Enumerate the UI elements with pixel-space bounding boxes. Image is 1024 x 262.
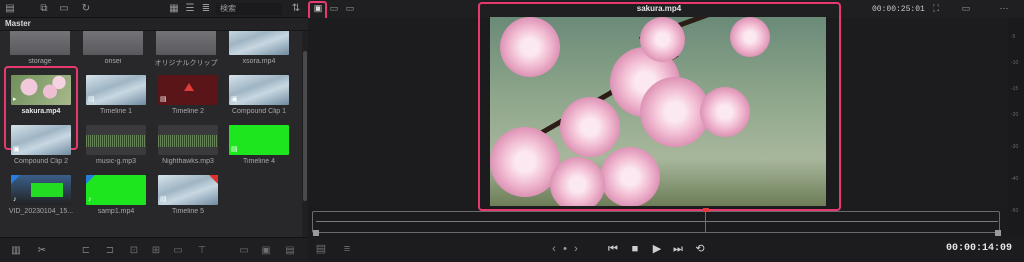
jog-dot-icon[interactable]: • <box>560 242 570 256</box>
playhead-timecode: 00:00:14:09 <box>946 243 1013 254</box>
timeline-icon: ▤ <box>231 146 238 153</box>
ripple-overwrite-icon[interactable]: ⊤ <box>196 245 208 256</box>
clip-timeline5[interactable]: ▤ Timeline 5 <box>155 173 221 217</box>
fit-to-fill-icon[interactable]: ⊞ <box>150 245 162 256</box>
clip-timeline1[interactable]: ▤ Timeline 1 <box>83 73 149 117</box>
audio-meter: -5 -10 -15 -20 -30 -40 -50 <box>1008 18 1024 236</box>
audio-waveform-thumbnail <box>158 125 218 155</box>
timeline-icon: ▤ <box>88 96 95 103</box>
search-input[interactable]: 検索 <box>216 3 282 15</box>
audio-waveform-thumbnail <box>86 125 146 155</box>
sky-thumbnail <box>229 31 289 55</box>
audio-only-icon[interactable]: ▤ <box>284 245 296 256</box>
clip-timeline4[interactable]: ▤ Timeline 4 <box>226 123 292 167</box>
stop-icon[interactable]: ■ <box>628 242 642 256</box>
clip-vid[interactable]: ♪ VID_20230104_15... <box>8 173 74 217</box>
list-view-icon[interactable]: ☰ <box>184 3 196 14</box>
clip-original[interactable]: オリジナルクリップ <box>153 31 219 67</box>
preview-highlight <box>478 2 841 211</box>
sort-icon[interactable]: ⇅ <box>290 3 302 14</box>
media-pool: ▤ ⧉ ▭ ↻ ▦ ☰ ≣ 検索 ⇅ Master storage onsei … <box>0 0 308 262</box>
place-on-top-icon[interactable]: ▭ <box>172 245 184 256</box>
jog-left-icon[interactable]: ‹ <box>549 242 559 256</box>
compound-thumbnail: ▣ <box>11 125 71 155</box>
transform-icon[interactable]: ⛶ <box>930 3 942 14</box>
overwrite-clip-icon[interactable]: ⊐ <box>104 245 116 256</box>
master-bin-label: Master <box>5 19 31 28</box>
media-pool-toolbar: ▤ ⧉ ▭ ↻ ▦ ☰ ≣ 検索 ⇅ <box>0 0 308 18</box>
sliders-icon[interactable]: ≡ <box>340 242 354 256</box>
scissors-icon[interactable]: ✂ <box>36 245 48 256</box>
timeline-thumbnail: ▤ <box>86 75 146 105</box>
clip-grid: storage onsei オリジナルクリップ xsora.mp4 ▸ saku… <box>0 31 302 237</box>
picture-icon[interactable]: ▣ <box>260 245 272 256</box>
clip-compound1[interactable]: ▣ Compound Clip 1 <box>226 73 292 117</box>
replace-clip-icon[interactable]: ⊡ <box>128 245 140 256</box>
proxy-flag-icon <box>11 175 20 184</box>
play-icon[interactable]: ▶ <box>650 242 664 256</box>
bin-icon[interactable]: ▭ <box>58 3 70 14</box>
compound-icon: ▣ <box>13 146 20 153</box>
timeline-thumbnail: ▤ <box>158 75 218 105</box>
clip-sakura[interactable]: ▸ sakura.mp4 <box>8 73 74 117</box>
video-thumbnail: ♪ <box>86 175 146 205</box>
waveform-icon <box>86 135 146 147</box>
out-point-marker[interactable] <box>995 230 1001 236</box>
compound-thumbnail: ▣ <box>229 75 289 105</box>
grid-view-icon[interactable]: ▦ <box>168 3 180 14</box>
folder-icon <box>156 31 216 55</box>
clip-storage[interactable]: storage <box>7 31 73 67</box>
in-point-marker[interactable] <box>313 230 319 236</box>
compound-icon: ▣ <box>231 96 238 103</box>
waveform-icon <box>158 135 218 147</box>
import-media-icon[interactable]: ⧉ <box>38 3 50 14</box>
timeline-thumbnail: ▤ <box>229 125 289 155</box>
bin-header: Master <box>0 18 308 31</box>
sakura-thumbnail: ▸ <box>11 75 71 105</box>
folder-icon <box>10 31 70 55</box>
clip-list-icon[interactable]: ▤ <box>314 242 328 256</box>
display-options-icon[interactable]: ▭ <box>960 3 972 14</box>
source-timecode: 00:00:25:01 <box>872 5 925 14</box>
append-icon[interactable]: ▭ <box>238 245 250 256</box>
warning-icon <box>184 83 194 91</box>
scrubber-bar[interactable] <box>312 211 1000 233</box>
clip-xsora[interactable]: xsora.mp4 <box>226 31 292 67</box>
metadata-view-icon[interactable]: ≣ <box>200 3 212 14</box>
clip-timeline2[interactable]: ▤ Timeline 2 <box>155 73 221 117</box>
green-frame <box>31 183 63 197</box>
clip-music[interactable]: music-g.mp3 <box>83 123 149 167</box>
pool-bottom-toolbar: ▥ ✂ ⊏ ⊐ ⊡ ⊞ ▭ ⊤ ▭ ▣ ▤ <box>0 237 308 262</box>
sync-icon[interactable]: ↻ <box>80 3 92 14</box>
timeline-thumbnail: ▤ <box>158 175 218 205</box>
cinema-viewer-icon[interactable]: ▭ <box>344 3 356 14</box>
clip-compound2[interactable]: ▣ Compound Clip 2 <box>8 123 74 167</box>
insert-clip-icon[interactable]: ⊏ <box>80 245 92 256</box>
timeline-icon: ▤ <box>160 196 167 203</box>
clip-nighthawks[interactable]: Nighthawks.mp3 <box>155 123 221 167</box>
clip-samp1[interactable]: ♪ samp1.mp4 <box>83 173 149 217</box>
go-to-end-icon[interactable]: ⏭ <box>670 242 686 256</box>
go-to-start-icon[interactable]: ⏮ <box>605 242 621 256</box>
more-options-icon[interactable]: ⋯ <box>998 3 1010 14</box>
proxy-flag-icon <box>86 175 95 184</box>
timeline-icon: ▤ <box>160 96 167 103</box>
video-icon: ▸ <box>13 96 17 103</box>
scrubber-track <box>316 221 998 222</box>
panel-menu-icon[interactable]: ▤ <box>4 3 16 14</box>
dual-viewer-icon[interactable]: ▭ <box>328 3 340 14</box>
transport-bar <box>308 237 1024 262</box>
playhead[interactable] <box>703 208 709 212</box>
folder-icon <box>83 31 143 55</box>
jog-right-icon[interactable]: › <box>571 242 581 256</box>
playhead-line <box>705 211 706 233</box>
loop-icon[interactable]: ⟲ <box>692 242 708 256</box>
music-note-icon: ♪ <box>13 196 17 203</box>
flag-icon <box>209 175 218 184</box>
clip-onsei[interactable]: onsei <box>80 31 146 67</box>
music-note-icon: ♪ <box>88 196 92 203</box>
video-thumbnail: ♪ <box>11 175 71 205</box>
scroll-thumb[interactable] <box>303 51 307 201</box>
audio-meter-icon[interactable]: ▥ <box>10 245 22 256</box>
